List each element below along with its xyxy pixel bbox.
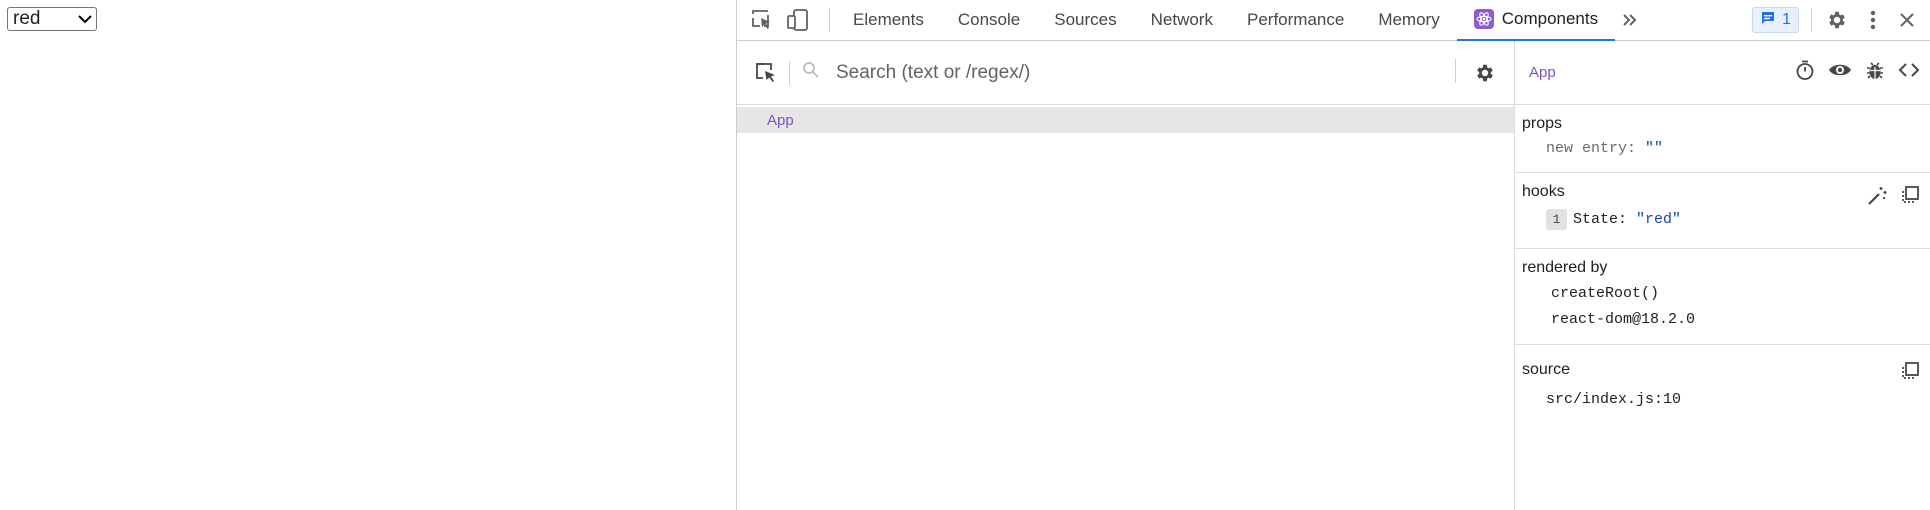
toolbar-divider <box>1811 8 1812 32</box>
tab-console[interactable]: Console <box>941 0 1037 41</box>
select-element-icon[interactable] <box>753 60 779 86</box>
component-tree-panel: App <box>737 41 1515 510</box>
source-section: source src/index.js:10 <box>1515 345 1930 414</box>
toolbar-divider <box>829 8 830 32</box>
tree-search-bar <box>737 41 1514 105</box>
hook-row[interactable]: 1 State: "red" <box>1522 209 1923 230</box>
rendered-by-title: rendered by <box>1522 259 1608 276</box>
hooks-actions <box>1866 185 1920 212</box>
view-source-code-icon[interactable] <box>1898 59 1920 85</box>
hooks-section: hooks 1 State: "red" <box>1515 173 1930 249</box>
renderer-item: react-dom@18.2.0 <box>1551 311 1696 328</box>
react-logo-icon <box>1473 9 1494 29</box>
hook-index: 1 <box>1546 209 1567 230</box>
tab-components-label: Components <box>1501 9 1599 28</box>
more-options-icon[interactable] <box>1860 7 1886 33</box>
source-location[interactable]: src/index.js:10 <box>1522 391 1923 408</box>
tab-performance[interactable]: Performance <box>1230 0 1361 41</box>
renderer-item: createRoot() <box>1551 285 1660 302</box>
copy-hooks-icon[interactable] <box>1900 185 1920 212</box>
hook-key: State <box>1573 211 1619 228</box>
suspend-timer-icon[interactable] <box>1794 59 1816 85</box>
tree-settings-gear-icon[interactable] <box>1472 60 1498 86</box>
prop-value[interactable]: "" <box>1645 140 1663 157</box>
props-section: props new entry: "" <box>1515 105 1930 173</box>
hooks-title: hooks <box>1522 183 1565 200</box>
source-actions <box>1900 361 1920 386</box>
devtools-tabbar: Elements Console Sources Network Perform… <box>737 0 1930 41</box>
message-icon <box>1760 10 1776 31</box>
component-search-input[interactable] <box>834 60 1414 85</box>
chevron-down-icon <box>74 9 96 29</box>
more-tabs-icon[interactable] <box>1617 7 1643 33</box>
color-select-value: red <box>13 8 41 29</box>
selected-component-name: App <box>1529 64 1556 81</box>
copy-source-icon[interactable] <box>1900 361 1920 386</box>
inspector-actions <box>1794 59 1920 85</box>
inspected-page: red <box>0 0 736 510</box>
props-title: props <box>1522 115 1563 132</box>
close-icon[interactable] <box>1894 7 1920 33</box>
devtools-panel: Elements Console Sources Network Perform… <box>736 0 1930 510</box>
inspect-dom-eye-icon[interactable] <box>1828 59 1852 85</box>
search-icon <box>802 61 820 84</box>
tab-elements[interactable]: Elements <box>836 0 941 41</box>
parse-hook-names-wand-icon[interactable] <box>1866 185 1888 212</box>
prop-row[interactable]: new entry: "" <box>1522 140 1923 157</box>
tab-memory[interactable]: Memory <box>1361 0 1456 41</box>
issues-badge[interactable]: 1 <box>1752 7 1799 33</box>
inspector-panel: App props new entry: "" hooks 1 State: "… <box>1515 41 1930 510</box>
tab-components[interactable]: Components <box>1456 0 1616 41</box>
tab-sources[interactable]: Sources <box>1037 0 1133 41</box>
issues-count: 1 <box>1782 11 1791 28</box>
tab-network[interactable]: Network <box>1134 0 1230 41</box>
device-toolbar-icon[interactable] <box>785 7 811 33</box>
settings-gear-icon[interactable] <box>1824 7 1850 33</box>
inspector-header: App <box>1515 41 1930 105</box>
color-select[interactable]: red <box>7 7 97 31</box>
search-divider <box>1455 59 1456 83</box>
source-title: source <box>1522 361 1571 378</box>
rendered-by-section: rendered by createRoot() react-dom@18.2.… <box>1515 249 1930 345</box>
inspect-element-icon[interactable] <box>749 7 775 33</box>
hook-value[interactable]: "red" <box>1636 211 1681 228</box>
prop-key: new entry <box>1546 140 1628 157</box>
search-divider <box>789 60 790 85</box>
log-to-console-bug-icon[interactable] <box>1864 59 1886 85</box>
tree-row-app[interactable]: App <box>737 107 1514 133</box>
